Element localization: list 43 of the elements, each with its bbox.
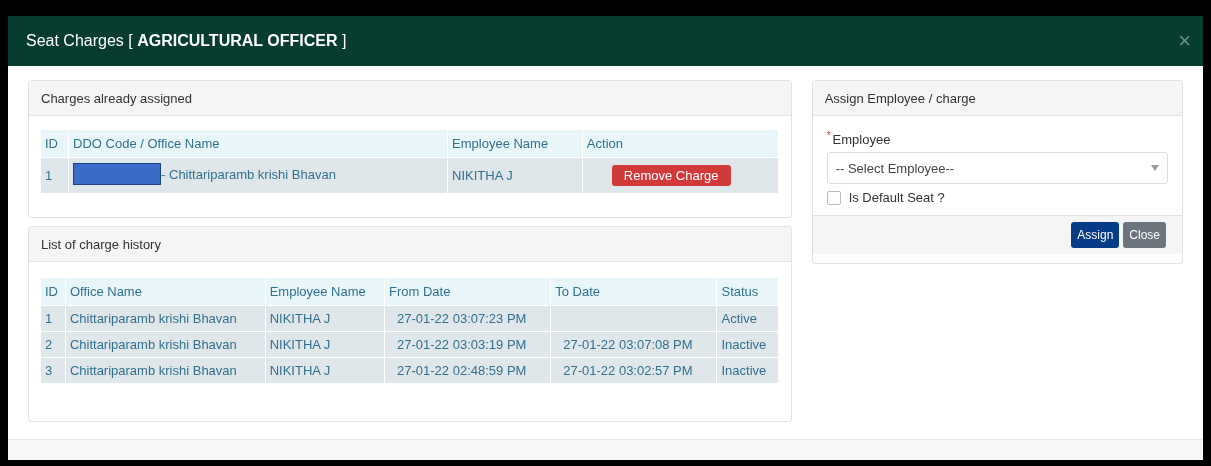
assign-button[interactable]: Assign xyxy=(1071,222,1120,248)
table-cell: 1 xyxy=(41,157,69,193)
column-header: ID xyxy=(41,130,69,158)
table-cell: 27-01-22 03:07:08 PM xyxy=(550,331,717,358)
panel-heading: Assign Employee / charge xyxy=(812,81,1182,116)
modal-title: Seat Charges [ AGRICULTURAL OFFICER ] xyxy=(26,32,347,50)
column-header: Employee Name xyxy=(265,278,385,306)
panel-heading: Charges already assigned xyxy=(29,81,791,116)
table-cell: - Chittariparamb krishi Bhavan xyxy=(161,166,336,182)
table-cell: 2 xyxy=(41,331,66,358)
column-header: Action xyxy=(582,130,779,158)
caret-icon xyxy=(1151,165,1159,171)
table-cell: Chittariparamb krishi Bhavan xyxy=(65,331,266,358)
column-header: DDO Code / Office Name xyxy=(68,130,448,158)
column-header: Office Name xyxy=(65,278,266,306)
table-cell: NIKITHA J xyxy=(265,305,385,332)
column-header: To Date xyxy=(550,278,717,306)
field-label: *Employee xyxy=(826,132,891,147)
table-cell: Inactive xyxy=(716,357,779,383)
table-cell: 27-01-22 03:07:23 PM xyxy=(384,305,551,332)
checkbox-label: Is Default Seat ? xyxy=(848,190,945,205)
column-header: ID xyxy=(41,278,66,306)
table-cell: NIKITHA J xyxy=(265,357,385,383)
table-cell: 3 xyxy=(41,357,66,383)
column-header: Status xyxy=(716,278,779,306)
table-cell: Inactive xyxy=(716,331,779,358)
column-header: Employee Name xyxy=(447,130,583,158)
close-button[interactable]: Close xyxy=(1123,222,1166,248)
table-cell: Chittariparamb krishi Bhavan xyxy=(65,357,266,383)
employee-select[interactable]: -- Select Employee-- xyxy=(826,152,1168,184)
column-header: From Date xyxy=(384,278,551,306)
panel-heading: List of charge history xyxy=(29,227,791,262)
remove-charge-button[interactable]: Remove Charge xyxy=(611,165,731,186)
table-cell: 27-01-22 02:48:59 PM xyxy=(384,357,551,383)
table-cell: NIKITHA J xyxy=(265,331,385,358)
checkbox[interactable] xyxy=(826,190,841,205)
table-cell: 27-01-22 03:03:19 PM xyxy=(384,331,551,358)
table-cell: 1 xyxy=(41,305,66,332)
table-cell: 27-01-22 03:02:57 PM xyxy=(550,357,717,383)
table-cell: Chittariparamb krishi Bhavan xyxy=(65,305,266,332)
table-cell: NIKITHA J xyxy=(447,157,583,193)
close-icon[interactable]: × xyxy=(1178,28,1191,54)
table-cell: Active xyxy=(716,305,779,332)
